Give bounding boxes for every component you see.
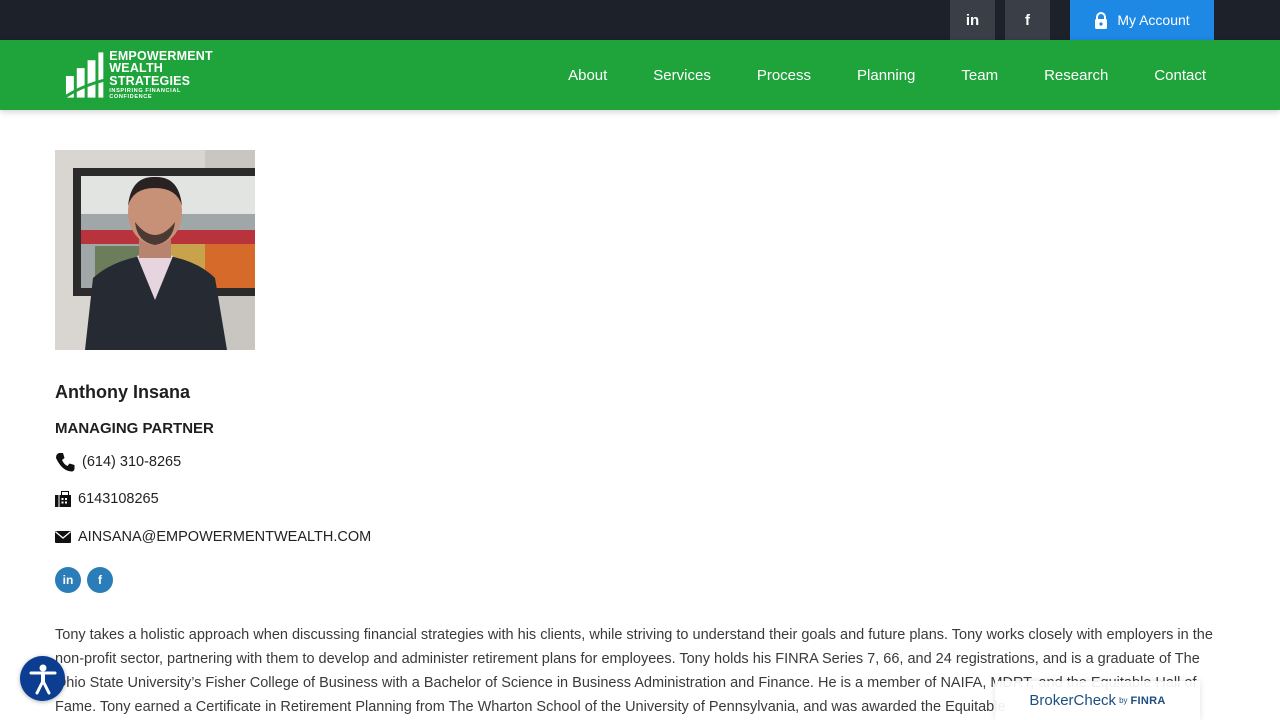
header-linkedin-link[interactable]: in: [950, 0, 995, 40]
facebook-icon: f: [1025, 11, 1030, 29]
brokercheck-finra: FINRA: [1130, 694, 1166, 707]
profile-name: Anthony Insana: [55, 382, 191, 402]
logo-bars-icon: [64, 52, 106, 99]
phone-icon: [56, 453, 75, 472]
linkedin-icon: in: [62, 573, 74, 587]
accessibility-icon: [29, 664, 56, 694]
email-row[interactable]: AINSANA@EMPOWERMENTWEALTH.COM: [55, 529, 371, 545]
my-account-button[interactable]: My Account: [1070, 0, 1214, 40]
brokercheck-label: BrokerCheck: [1029, 692, 1117, 709]
logo-tagline: INSPIRING FINANCIAL CONFIDENCE: [109, 88, 181, 100]
nav-item-about[interactable]: About: [545, 40, 630, 110]
nav-item-planning[interactable]: Planning: [834, 40, 938, 110]
nav-item-services[interactable]: Services: [630, 40, 734, 110]
header-facebook-link[interactable]: f: [1005, 0, 1050, 40]
site-logo[interactable]: EMPOWERMENT WEALTH STRATEGIES INSPIRING …: [64, 49, 224, 101]
phone-number[interactable]: (614) 310-8265: [82, 454, 181, 470]
brokercheck-by: by: [1119, 696, 1128, 705]
brokercheck-badge[interactable]: BrokerCheck by FINRA: [995, 681, 1200, 720]
logo-line-3: STRATEGIES: [109, 73, 191, 88]
nav-item-process[interactable]: Process: [734, 40, 834, 110]
nav-item-team[interactable]: Team: [938, 40, 1021, 110]
profile-social-links: in f: [55, 567, 113, 593]
fax-row: 6143108265: [55, 491, 159, 507]
profile-photo: [55, 150, 255, 350]
linkedin-icon: in: [965, 11, 980, 29]
logo-line-2: WEALTH: [109, 61, 164, 76]
profile-facebook-link[interactable]: f: [87, 567, 113, 593]
email-address[interactable]: AINSANA@EMPOWERMENTWEALTH.COM: [78, 529, 371, 545]
profile-linkedin-link[interactable]: in: [55, 567, 81, 593]
phone-row[interactable]: (614) 310-8265: [55, 452, 181, 472]
lock-icon: [1095, 11, 1108, 29]
accessibility-button[interactable]: [20, 656, 65, 701]
facebook-icon: f: [98, 573, 102, 587]
nav-item-contact[interactable]: Contact: [1131, 40, 1206, 110]
logo-wordmark: EMPOWERMENT WEALTH STRATEGIES INSPIRING …: [109, 50, 224, 101]
fax-icon: [55, 491, 71, 507]
nav-menu: About Services Process Planning Team Res…: [545, 40, 1206, 110]
my-account-label: My Account: [1117, 12, 1190, 28]
nav-item-research[interactable]: Research: [1021, 40, 1131, 110]
top-utility-bar: in f My Account: [0, 0, 1280, 40]
fax-number: 6143108265: [78, 491, 159, 507]
main-navigation-bar: EMPOWERMENT WEALTH STRATEGIES INSPIRING …: [0, 40, 1280, 110]
envelope-icon: [55, 531, 71, 543]
profile-title: MANAGING PARTNER: [55, 420, 214, 437]
